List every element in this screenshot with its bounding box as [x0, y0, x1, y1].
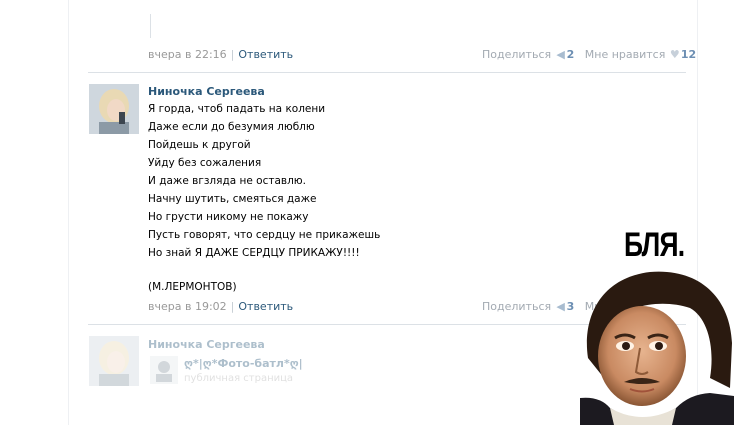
overlay-caption: БЛЯ. [624, 226, 685, 264]
share-count: 2 [566, 48, 575, 61]
avatar[interactable] [89, 336, 139, 386]
comment-text-line: Я горда, чтоб падать на колени [148, 103, 326, 115]
reply-thread-line [150, 14, 151, 38]
comment-divider [88, 72, 686, 73]
comment-text-line: Начну шутить, смеяться даже [148, 193, 317, 205]
like-count: 12 [680, 48, 697, 61]
group-name[interactable]: ღ*|ღ*Фото-батл*ღ| [184, 357, 303, 370]
share-count: 3 [566, 300, 575, 313]
comment-text-line: Но грусти никому не покажу [148, 211, 309, 223]
comment-text-line: Уйду без сожаления [148, 157, 262, 169]
comment-timestamp[interactable]: вчера в 19:02 [148, 300, 227, 313]
reply-link[interactable]: Ответить [238, 300, 293, 313]
meta-separator: | [230, 48, 235, 61]
share-label[interactable]: Поделиться [482, 300, 551, 313]
top-comment-meta: вчера в 22:16 | Ответить [148, 48, 293, 61]
comment-timestamp[interactable]: вчера в 22:16 [148, 48, 227, 61]
comment-text-line: Пусть говорят, что сердцу не прикажешь [148, 229, 381, 241]
meta-separator: | [230, 300, 235, 313]
main-comment-meta: вчера в 19:02 | Ответить [148, 300, 293, 313]
heart-icon[interactable]: ♥ [669, 48, 681, 61]
megaphone-icon[interactable]: ◀ [555, 48, 567, 61]
group-avatar[interactable] [150, 356, 178, 384]
comment-text-line: И даже вгзляда не оставлю. [148, 175, 306, 187]
comment-author[interactable]: Ниночка Сергеева [148, 85, 265, 98]
group-subtitle: публичная страница [184, 373, 294, 384]
lermontov-portrait [580, 268, 734, 425]
avatar[interactable] [89, 84, 139, 134]
left-column-border [68, 0, 69, 425]
comment-text-line: Но знай Я ДАЖЕ СЕРДЦУ ПРИКАЖУ!!!! [148, 247, 360, 259]
share-label[interactable]: Поделиться [482, 48, 551, 61]
like-label[interactable]: Мне нравится [585, 48, 666, 61]
comment-text-line: Пойдешь к другой [148, 139, 251, 151]
comment-author[interactable]: Ниночка Сергеева [148, 338, 265, 351]
megaphone-icon[interactable]: ◀ [555, 300, 567, 313]
top-comment-actions: Поделиться ◀ 2 Мне нравится ♥12 [482, 48, 696, 61]
comment-text-line: (М.ЛЕРМОНТОВ) [148, 281, 237, 293]
comment-text-line: Даже если до безумия люблю [148, 121, 315, 133]
reply-link[interactable]: Ответить [238, 48, 293, 61]
